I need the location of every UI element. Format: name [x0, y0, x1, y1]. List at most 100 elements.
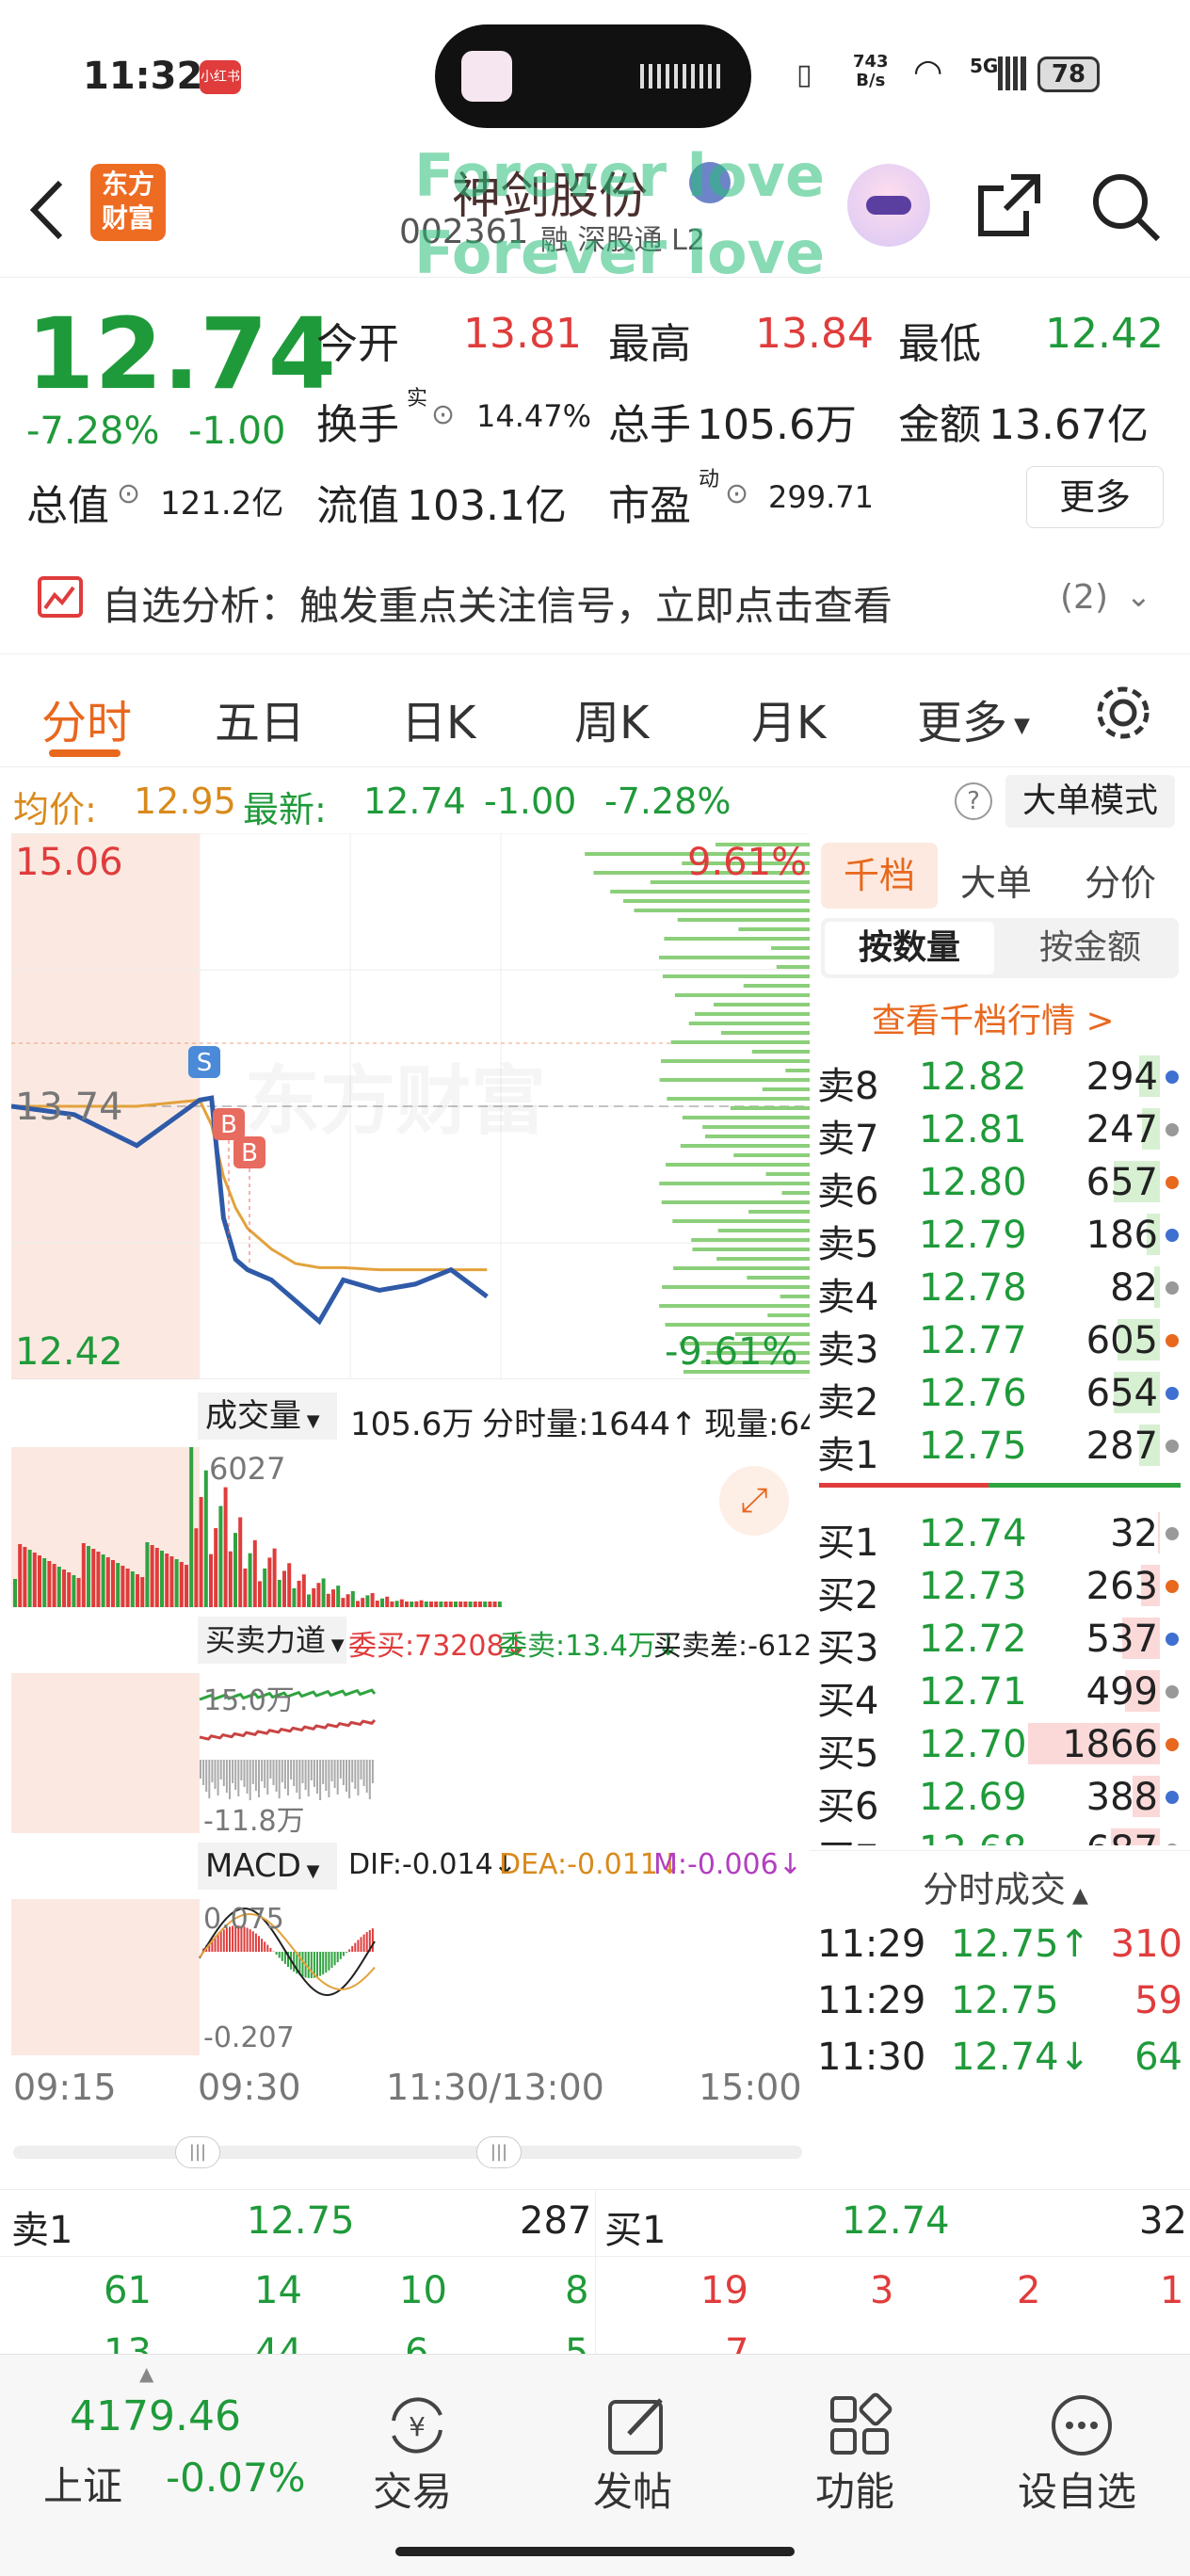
volume-bar: [370, 1593, 375, 1607]
range-handle-right[interactable]: |||: [476, 2136, 522, 2168]
tab-five-day[interactable]: 五日: [215, 685, 305, 751]
ask-volume: 82: [1110, 1266, 1158, 1310]
volume-bar: [361, 1598, 365, 1607]
volume-chart[interactable]: [11, 1447, 810, 1607]
volume-max-label: 6027: [209, 1451, 286, 1487]
notification-badge: 小红书: [200, 60, 241, 94]
force-bar: [301, 1760, 304, 1783]
info-icon[interactable]: ⊙: [117, 477, 140, 510]
nav-post[interactable]: 发帖: [548, 2355, 717, 2543]
ask-price: 12.76: [919, 1372, 1027, 1415]
nav-add-watchlist[interactable]: 设自选: [992, 2355, 1162, 2543]
macd-bar: [319, 1952, 322, 1976]
subtab-by-quantity[interactable]: 按数量: [825, 922, 994, 974]
alert-banner[interactable]: 自选分析：触发重点关注信号，立即点击查看 (2) ⌄: [0, 546, 1190, 654]
bid-row[interactable]: 买2 12.73 263: [810, 1559, 1190, 1618]
depth-bar: [751, 1050, 810, 1054]
assistant-avatar[interactable]: [847, 164, 930, 247]
ask-row[interactable]: 卖6 12.80 657: [810, 1155, 1190, 1214]
bid-row[interactable]: 买7 12.68 687: [810, 1823, 1190, 1845]
range-handle-left[interactable]: |||: [175, 2136, 220, 2168]
ask-row[interactable]: 卖2 12.76 654: [810, 1366, 1190, 1425]
ask-row[interactable]: 卖3 12.77 605: [810, 1313, 1190, 1372]
bid-row[interactable]: 买1 12.74 32: [810, 1506, 1190, 1565]
view-thousand-level-link[interactable]: 查看千档行情 >: [872, 993, 1115, 1042]
tab-daily-k[interactable]: 日K: [401, 685, 475, 751]
ask-row[interactable]: 卖5 12.79 186: [810, 1208, 1190, 1266]
force-bar: [293, 1760, 296, 1786]
ask-row[interactable]: 卖1 12.75 287: [810, 1419, 1190, 1477]
change-percent: -7.28%: [26, 410, 160, 453]
index-ticker[interactable]: 4179.46 上证 -0.07%: [0, 2377, 339, 2547]
expand-icon[interactable]: ⤢: [719, 1466, 789, 1536]
force-bottom-label: -11.8万: [203, 1805, 305, 1838]
macd-bar: [354, 1942, 357, 1952]
ticks-title[interactable]: 分时成交 ▲: [923, 1860, 1088, 1912]
share-icon[interactable]: [973, 169, 1045, 241]
force-bar: [333, 1760, 336, 1788]
nav-function[interactable]: 功能: [770, 2355, 940, 2543]
info-icon[interactable]: ⊙: [725, 477, 748, 510]
volume-bar: [263, 1568, 267, 1607]
dynamic-island[interactable]: [435, 24, 751, 128]
volume-bar: [223, 1487, 228, 1607]
svg-text:S: S: [197, 1049, 213, 1077]
gear-icon[interactable]: [1092, 682, 1154, 744]
back-icon[interactable]: [26, 177, 70, 243]
ask-row[interactable]: 卖8 12.82 294: [810, 1050, 1190, 1108]
bt-cell: 7: [725, 2331, 749, 2354]
clock: 11:32: [83, 55, 203, 98]
tab-weekly-k[interactable]: 周K: [574, 685, 649, 751]
bt-right-label: 买1: [604, 2209, 667, 2252]
help-icon[interactable]: ?: [955, 782, 992, 820]
bid-list-viewport[interactable]: 买1 12.74 32 买2 12.73 263 买3 12.72 537 买4 12.71 499 买…: [810, 1506, 1190, 1845]
info-icon[interactable]: ⊙: [431, 398, 455, 431]
tab-monthly-k[interactable]: 月K: [751, 685, 826, 751]
volume-bar: [282, 1570, 286, 1607]
macd-bottom-label: -0.207: [203, 2021, 295, 2054]
bid-volume: 263: [1085, 1565, 1158, 1608]
nav-trade[interactable]: ¥ 交易: [328, 2355, 497, 2543]
time-range-track[interactable]: [13, 2146, 802, 2159]
bid-price: 12.72: [919, 1618, 1027, 1661]
volume-bar: [169, 1556, 174, 1607]
ask-row[interactable]: 卖7 12.81 247: [810, 1103, 1190, 1161]
macd-indicator-select[interactable]: MACD ▼: [198, 1843, 337, 1890]
bid-row[interactable]: 买6 12.69 388: [810, 1770, 1190, 1828]
force-chart[interactable]: [11, 1673, 810, 1833]
big-order-mode-button[interactable]: 大单模式: [1005, 775, 1175, 828]
more-button[interactable]: 更多: [1026, 466, 1164, 528]
volume-bar: [87, 1546, 90, 1607]
tick-volume: 310: [1110, 1923, 1182, 1966]
volume-bar: [434, 1602, 439, 1607]
avg-value: 12.95: [134, 781, 236, 822]
depth-bar: [659, 1078, 810, 1082]
volume-indicator-select[interactable]: 成交量 ▼: [198, 1393, 337, 1440]
subtab-group: 按数量 按金额: [821, 918, 1179, 978]
volume-bar: [203, 1470, 208, 1607]
tab-more[interactable]: 更多 ▼: [917, 685, 1030, 751]
tab-price-distribution[interactable]: 分价: [1085, 854, 1156, 906]
tab-timeshare[interactable]: 分时: [41, 685, 132, 751]
bt-cell: 10: [399, 2269, 447, 2312]
force-bar: [330, 1760, 333, 1781]
tab-thousand-level[interactable]: 千档: [821, 843, 938, 909]
bid-row[interactable]: 买3 12.72 537: [810, 1612, 1190, 1670]
tab-big-orders[interactable]: 大单: [960, 854, 1032, 906]
search-icon[interactable]: [1088, 169, 1164, 245]
open-value: 13.81: [463, 310, 582, 358]
bid-row[interactable]: 买5 12.70 1866: [810, 1717, 1190, 1776]
tick-price: 12.75: [951, 1979, 1059, 2022]
macd-bar: [310, 1952, 313, 1978]
subtab-by-amount[interactable]: 按金额: [1005, 922, 1175, 974]
force-bar: [278, 1760, 281, 1798]
bid-row[interactable]: 买4 12.71 499: [810, 1665, 1190, 1723]
volume-bar: [419, 1600, 424, 1607]
ask-row[interactable]: 卖4 12.78 82: [810, 1261, 1190, 1319]
chart-area[interactable]: S B B 东方财富 15.06 13.74 12.42 9.61% -9.61…: [0, 833, 810, 2180]
macd-bar: [254, 1933, 257, 1952]
order-dot-icon: [1166, 1123, 1179, 1136]
macd-chart[interactable]: [11, 1899, 810, 2055]
force-indicator-select[interactable]: 买卖力道 ▼: [198, 1617, 346, 1664]
force-bar: [232, 1760, 234, 1783]
